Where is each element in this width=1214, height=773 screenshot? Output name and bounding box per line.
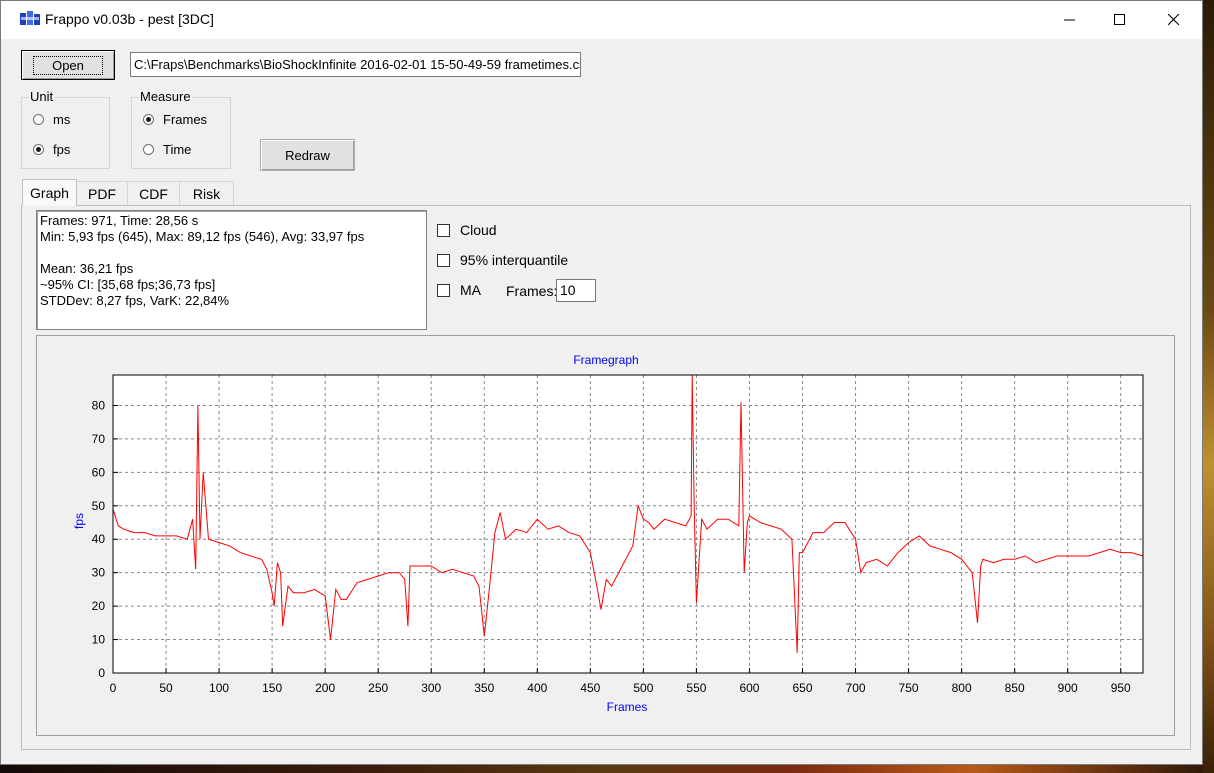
x-tick-label: 50 xyxy=(159,681,173,695)
tab-cdf-label: CDF xyxy=(139,185,168,202)
tab-pdf[interactable]: PDF xyxy=(76,181,128,205)
x-tick-label: 900 xyxy=(1058,681,1078,695)
x-tick-label: 300 xyxy=(421,681,441,695)
title-bar[interactable]: Frappo v0.03b - pest [3DC] xyxy=(1,1,1202,39)
y-tick-label: 50 xyxy=(92,499,106,513)
redraw-button[interactable]: Redraw xyxy=(260,139,355,171)
stats-line-mean: Mean: 36,21 fps xyxy=(40,261,134,276)
x-tick-label: 450 xyxy=(580,681,600,695)
x-tick-label: 750 xyxy=(899,681,919,695)
x-tick-label: 700 xyxy=(846,681,866,695)
y-tick-label: 0 xyxy=(98,666,105,680)
interquantile-checkbox-label: 95% interquantile xyxy=(460,252,569,268)
x-tick-label: 400 xyxy=(527,681,547,695)
unit-group-title: Unit xyxy=(29,89,55,104)
y-tick-label: 80 xyxy=(92,398,106,412)
tab-risk[interactable]: Risk xyxy=(179,181,234,205)
tab-pdf-label: PDF xyxy=(88,185,116,202)
close-button[interactable] xyxy=(1151,1,1197,39)
radio-circle-fps xyxy=(33,144,44,155)
interquantile-checkbox[interactable]: 95% interquantile xyxy=(437,252,568,268)
desktop-background-edge xyxy=(1203,0,1214,773)
x-tick-label: 0 xyxy=(110,681,117,695)
cloud-checkbox[interactable]: Cloud xyxy=(437,222,497,238)
chart-grid xyxy=(113,375,1143,673)
x-tick-label: 550 xyxy=(686,681,706,695)
x-tick-label: 500 xyxy=(633,681,653,695)
radio-circle-time xyxy=(143,144,154,155)
measure-group: Measure xyxy=(131,89,231,169)
stats-line-minmax: Min: 5,93 fps (645), Max: 89,12 fps (546… xyxy=(40,229,365,244)
chart-ylabel: fps xyxy=(72,513,86,529)
radio-label-frames: Frames xyxy=(163,112,208,127)
unit-group: Unit xyxy=(21,89,110,169)
radio-label-time: Time xyxy=(163,142,192,157)
x-tick-label: 200 xyxy=(315,681,335,695)
radio-label-fps: fps xyxy=(53,142,71,157)
cloud-checkbox-box xyxy=(437,223,450,237)
ma-frames-label: Frames: xyxy=(506,283,558,299)
y-tick-label: 10 xyxy=(92,633,106,647)
plot-area-background xyxy=(113,375,1143,673)
x-tick-label: 350 xyxy=(474,681,494,695)
y-tick-label: 70 xyxy=(92,432,106,446)
y-tick-label: 20 xyxy=(92,599,106,613)
ma-checkbox-label: MA xyxy=(460,282,481,298)
stats-textbox[interactable]: Frames: 971, Time: 28,56 s Min: 5,93 fps… xyxy=(36,210,427,330)
app-icon xyxy=(20,11,40,25)
radio-circle-frames xyxy=(143,114,154,125)
x-tick-label: 850 xyxy=(1005,681,1025,695)
radio-circle-ms xyxy=(33,114,44,125)
x-tick-label: 150 xyxy=(262,681,282,695)
chart-xlabel: Frames xyxy=(607,700,648,714)
y-tick-label: 60 xyxy=(92,465,106,479)
tab-risk-label: Risk xyxy=(192,185,221,202)
x-tick-label: 600 xyxy=(739,681,759,695)
stats-line-frames: Frames: 971, Time: 28,56 s xyxy=(40,213,199,228)
stats-line-blank xyxy=(40,245,423,261)
stats-line-stddev: STDDev: 8,27 fps, VarK: 22,84% xyxy=(40,293,230,308)
x-tick-label: 800 xyxy=(952,681,972,695)
x-tick-label: 250 xyxy=(368,681,388,695)
app-window: Frappo v0.03b - pest [3DC] Open C:\Fraps… xyxy=(0,0,1203,765)
y-tick-label: 30 xyxy=(92,566,106,580)
x-tick-label: 100 xyxy=(209,681,229,695)
tab-graph-label: Graph xyxy=(30,185,69,201)
ma-checkbox-box xyxy=(437,283,450,297)
framegraph-chart: Framegraph Frames fps 0 50 100 150 200 250 300… xyxy=(72,353,1144,714)
x-tick-label: 650 xyxy=(792,681,812,695)
cloud-checkbox-label: Cloud xyxy=(460,222,497,238)
y-tick-label: 40 xyxy=(92,532,106,546)
stats-line-ci: ~95% CI: [35,68 fps;36,73 fps] xyxy=(40,277,216,292)
chart-title: Framegraph xyxy=(573,353,638,367)
tab-graph[interactable]: Graph xyxy=(22,179,77,206)
minimize-icon xyxy=(1064,19,1075,21)
minimize-button[interactable] xyxy=(1047,1,1093,39)
tab-cdf[interactable]: CDF xyxy=(127,181,180,205)
window-title: Frappo v0.03b - pest [3DC] xyxy=(45,11,214,27)
x-tick-label: 950 xyxy=(1111,681,1131,695)
open-button[interactable]: Open xyxy=(21,50,115,80)
redraw-button-label: Redraw xyxy=(285,147,330,163)
measure-group-title: Measure xyxy=(139,89,192,104)
maximize-icon xyxy=(1114,14,1125,25)
ma-checkbox[interactable]: MA xyxy=(437,282,481,298)
maximize-button[interactable] xyxy=(1097,1,1143,39)
close-icon xyxy=(1168,14,1180,26)
radio-measure-time[interactable]: Time xyxy=(143,142,191,157)
radio-unit-fps[interactable]: fps xyxy=(33,142,70,157)
radio-unit-ms[interactable]: ms xyxy=(33,112,70,127)
interquantile-checkbox-box xyxy=(437,253,450,267)
file-path-field[interactable]: C:\Fraps\Benchmarks\BioShockInfinite 201… xyxy=(130,52,581,77)
open-button-label: Open xyxy=(33,55,103,75)
ma-frames-input[interactable]: 10 xyxy=(556,279,596,302)
radio-label-ms: ms xyxy=(53,112,71,127)
radio-measure-frames[interactable]: Frames xyxy=(143,112,207,127)
